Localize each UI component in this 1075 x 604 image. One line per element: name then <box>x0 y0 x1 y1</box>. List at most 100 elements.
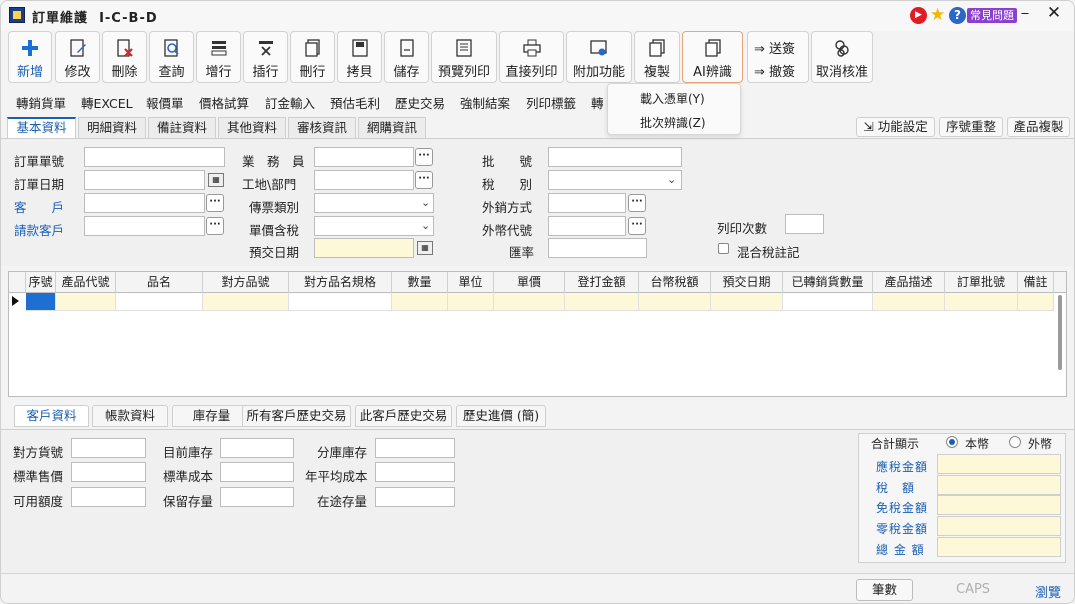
duplicate-button[interactable]: 複製 <box>634 31 680 83</box>
customer-lookup-button[interactable]: ··· <box>206 194 224 212</box>
export-method-lookup-button[interactable]: ··· <box>628 194 646 212</box>
tax-type-select[interactable] <box>548 170 682 190</box>
col-quantity[interactable]: 數量 <box>392 272 448 293</box>
col-delivery-date[interactable]: 預交日期 <box>711 272 783 293</box>
func-tab-history-trade[interactable]: 歷史交易 <box>395 93 445 112</box>
tab-remark-info[interactable]: 備註資料 <box>148 117 216 139</box>
voucher-type-select[interactable] <box>314 193 434 213</box>
menu-item-load-voucher[interactable]: 載入憑單(Y) <box>640 90 705 107</box>
col-product-code[interactable]: 產品代號 <box>56 272 116 293</box>
grid-vertical-scrollbar[interactable] <box>1058 295 1062 370</box>
func-tab-to-excel[interactable]: 轉EXCEL <box>81 93 133 112</box>
tab-this-customer-history[interactable]: 此客戶歷史交易 <box>355 405 452 427</box>
cell-product-desc[interactable] <box>873 293 945 311</box>
search-button[interactable]: 查詢 <box>149 31 194 83</box>
func-tab-price-calc[interactable]: 價格試算 <box>199 93 249 112</box>
branch-stock-field[interactable] <box>375 438 455 458</box>
col-order-batch[interactable]: 訂單批號 <box>945 272 1018 293</box>
col-remark[interactable]: 備註 <box>1018 272 1054 293</box>
tab-other-info[interactable]: 其他資料 <box>218 117 286 139</box>
site-dept-lookup-button[interactable]: ··· <box>415 171 433 189</box>
menu-item-batch-recognize[interactable]: 批次辨識(Z) <box>640 114 706 131</box>
edit-button[interactable]: 修改 <box>55 31 100 83</box>
delete-row-button[interactable]: 刪行 <box>290 31 335 83</box>
tab-detail-info[interactable]: 明細資料 <box>78 117 146 139</box>
tab-inventory[interactable]: 庫存量 <box>172 405 251 427</box>
send-sign-button[interactable]: ⇒ 送簽 <box>754 38 795 57</box>
save-button[interactable]: 儲存 <box>384 31 429 83</box>
faq-button[interactable]: 常見問題 <box>967 8 1017 23</box>
table-row[interactable] <box>9 293 1066 312</box>
export-method-field[interactable] <box>548 193 626 213</box>
tab-basic-info[interactable]: 基本資料 <box>7 117 76 139</box>
cell-unit[interactable] <box>448 293 494 311</box>
cell-partner-product-no[interactable] <box>203 293 289 311</box>
available-credit-field[interactable] <box>71 487 146 507</box>
record-count-button[interactable]: 筆數 <box>856 579 913 601</box>
tab-online-shop-info[interactable]: 網購資訊 <box>358 117 426 139</box>
cell-unit-price[interactable] <box>494 293 565 311</box>
func-tab-more[interactable]: 轉 <box>591 93 604 112</box>
func-tab-quotation[interactable]: 報價單 <box>146 93 184 112</box>
cell-partner-spec[interactable] <box>289 293 392 311</box>
delivery-date-calendar-icon[interactable]: ▦ <box>417 241 433 255</box>
price-tax-select[interactable] <box>314 216 434 236</box>
cell-twd-tax[interactable] <box>639 293 711 311</box>
cell-product-name[interactable] <box>116 293 203 311</box>
cell-delivery-date[interactable] <box>711 293 783 311</box>
customer-field[interactable] <box>84 193 205 213</box>
col-partner-product-no[interactable]: 對方品號 <box>203 272 289 293</box>
close-icon[interactable]: ✕ <box>1044 3 1064 23</box>
func-tab-estimated-profit[interactable]: 預估毛利 <box>330 93 380 112</box>
withdraw-sign-button[interactable]: ⇒ 撤簽 <box>754 61 795 80</box>
record-icon[interactable]: ▶ <box>910 7 927 24</box>
avg-annual-cost-field[interactable] <box>375 462 455 482</box>
bill-customer-field[interactable] <box>84 216 205 236</box>
col-entry-amount[interactable]: 登打金額 <box>565 272 639 293</box>
cell-shipped-qty[interactable] <box>783 293 873 311</box>
exchange-rate-field[interactable] <box>548 238 647 258</box>
tab-customer-info[interactable]: 客戶資料 <box>14 405 89 427</box>
tab-account-info[interactable]: 帳款資料 <box>92 405 168 427</box>
cell-entry-amount[interactable] <box>565 293 639 311</box>
extra-function-button[interactable]: 附加功能 <box>566 31 632 83</box>
tab-history-purchase-price[interactable]: 歷史進價 (簡) <box>456 405 546 427</box>
print-count-field[interactable] <box>785 214 824 234</box>
order-no-field[interactable] <box>84 147 225 167</box>
func-tab-to-sales[interactable]: 轉銷貨單 <box>16 93 66 112</box>
cell-product-code[interactable] <box>56 293 116 311</box>
col-product-name[interactable]: 品名 <box>116 272 203 293</box>
salesman-field[interactable] <box>314 147 414 167</box>
cancel-approve-button[interactable]: 取消核准 <box>811 31 873 83</box>
tab-all-customer-history[interactable]: 所有客戶歷史交易 <box>242 405 351 427</box>
mixed-tax-checkbox[interactable] <box>718 243 729 254</box>
col-unit[interactable]: 單位 <box>448 272 494 293</box>
tab-audit-info[interactable]: 審核資訊 <box>288 117 356 139</box>
customer-label[interactable]: 客 戶 <box>14 197 64 216</box>
new-button[interactable]: 新增 <box>8 31 52 83</box>
salesman-lookup-button[interactable]: ··· <box>415 148 433 166</box>
serial-reorder-button[interactable]: 序號重整 <box>939 117 1003 137</box>
bill-customer-lookup-button[interactable]: ··· <box>206 217 224 235</box>
col-unit-price[interactable]: 單價 <box>494 272 565 293</box>
minimize-icon[interactable]: ⎯ <box>1015 5 1035 25</box>
product-copy-button[interactable]: 產品複製 <box>1007 117 1070 137</box>
order-date-field[interactable] <box>84 170 205 190</box>
print-preview-button[interactable]: 預覽列印 <box>431 31 497 83</box>
cell-serial[interactable] <box>26 293 56 311</box>
col-product-desc[interactable]: 產品描述 <box>873 272 945 293</box>
order-date-calendar-icon[interactable]: ▦ <box>208 173 224 187</box>
func-tab-force-close[interactable]: 強制結案 <box>460 93 510 112</box>
col-serial[interactable]: 序號 <box>26 272 56 293</box>
current-stock-field[interactable] <box>220 438 294 458</box>
site-dept-field[interactable] <box>314 170 414 190</box>
bill-customer-label[interactable]: 請款客戶 <box>14 220 64 239</box>
cell-order-batch[interactable] <box>945 293 1018 311</box>
func-tab-deposit-input[interactable]: 訂金輸入 <box>265 93 315 112</box>
copy-button[interactable]: 拷貝 <box>337 31 382 83</box>
insert-row-button[interactable]: 插行 <box>243 31 288 83</box>
currency-code-lookup-button[interactable]: ··· <box>628 217 646 235</box>
direct-print-button[interactable]: 直接列印 <box>499 31 564 83</box>
in-transit-stock-field[interactable] <box>375 487 455 507</box>
currency-code-field[interactable] <box>548 216 626 236</box>
